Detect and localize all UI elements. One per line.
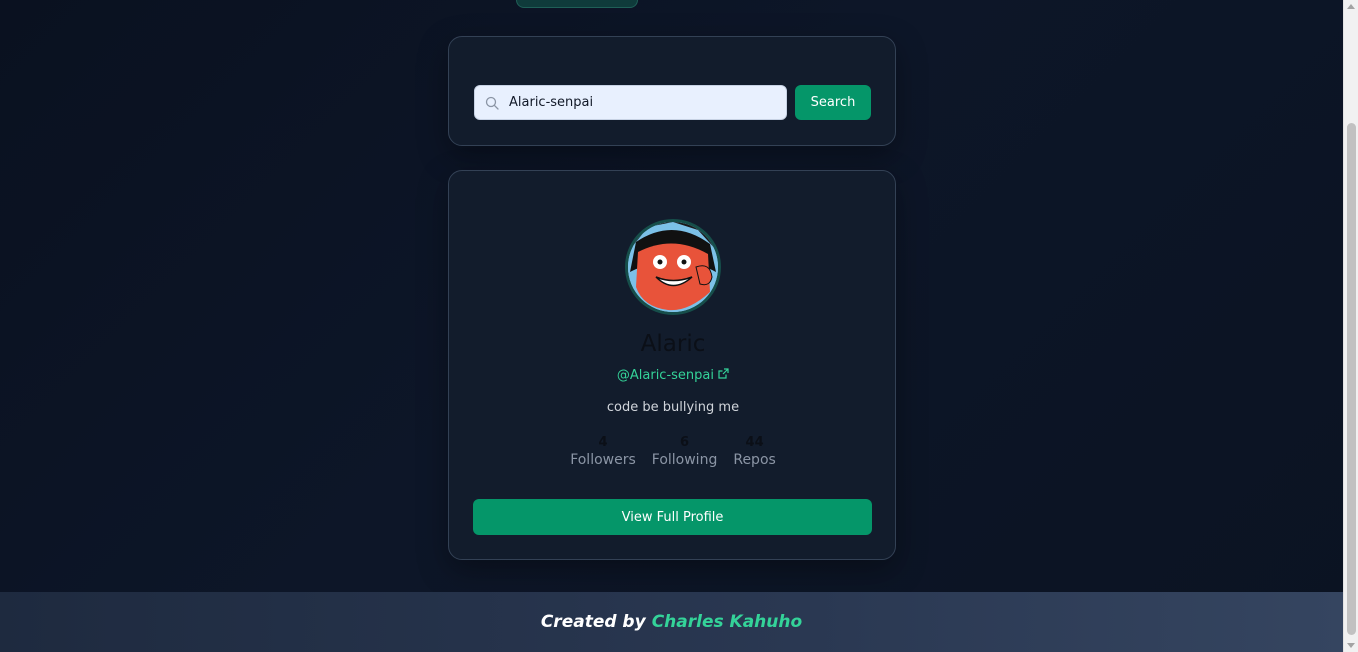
footer-prefix: Created by <box>540 612 646 632</box>
stat-followers-value: 4 <box>598 435 608 450</box>
avatar <box>625 219 721 315</box>
profile-card: Alaric @Alaric-senpai code be bullying m… <box>448 170 896 560</box>
stat-repos: 44 Repos <box>733 435 775 468</box>
page: Search Alaric @Alaric-senpai <box>0 0 1343 652</box>
scroll-down-arrow-icon[interactable] <box>1347 643 1355 648</box>
stat-followers: 4 Followers <box>570 435 636 468</box>
external-link-icon <box>718 368 729 383</box>
stat-following: 6 Following <box>652 435 718 468</box>
profile-handle-link[interactable]: @Alaric-senpai <box>617 368 729 383</box>
stat-following-value: 6 <box>680 435 690 450</box>
stat-following-label: Following <box>651 452 718 468</box>
profile-name: Alaric <box>640 331 706 357</box>
view-full-profile-button[interactable]: View Full Profile <box>473 499 872 535</box>
stat-followers-label: Followers <box>570 452 636 468</box>
footer-author-link[interactable]: Charles Kahuho <box>652 612 802 632</box>
stat-repos-value: 44 <box>745 435 764 450</box>
search-input[interactable] <box>509 95 779 110</box>
profile-handle: @Alaric-senpai <box>449 368 897 383</box>
scrollbar-thumb[interactable] <box>1347 123 1356 635</box>
vertical-scrollbar[interactable] <box>1343 0 1358 652</box>
scroll-up-arrow-icon[interactable] <box>1347 4 1355 9</box>
profile-stats: 4 Followers 6 Following 44 Repos <box>449 435 897 468</box>
footer: Created by Charles Kahuho <box>0 592 1343 652</box>
top-tab-edge <box>516 0 638 8</box>
profile-handle-text: @Alaric-senpai <box>616 368 714 383</box>
profile-bio: code be bullying me <box>606 400 740 415</box>
search-card: Search <box>448 36 896 146</box>
stat-repos-label: Repos <box>733 452 776 468</box>
search-button[interactable]: Search <box>795 85 871 120</box>
search-icon <box>475 96 509 110</box>
search-box[interactable] <box>474 85 787 120</box>
